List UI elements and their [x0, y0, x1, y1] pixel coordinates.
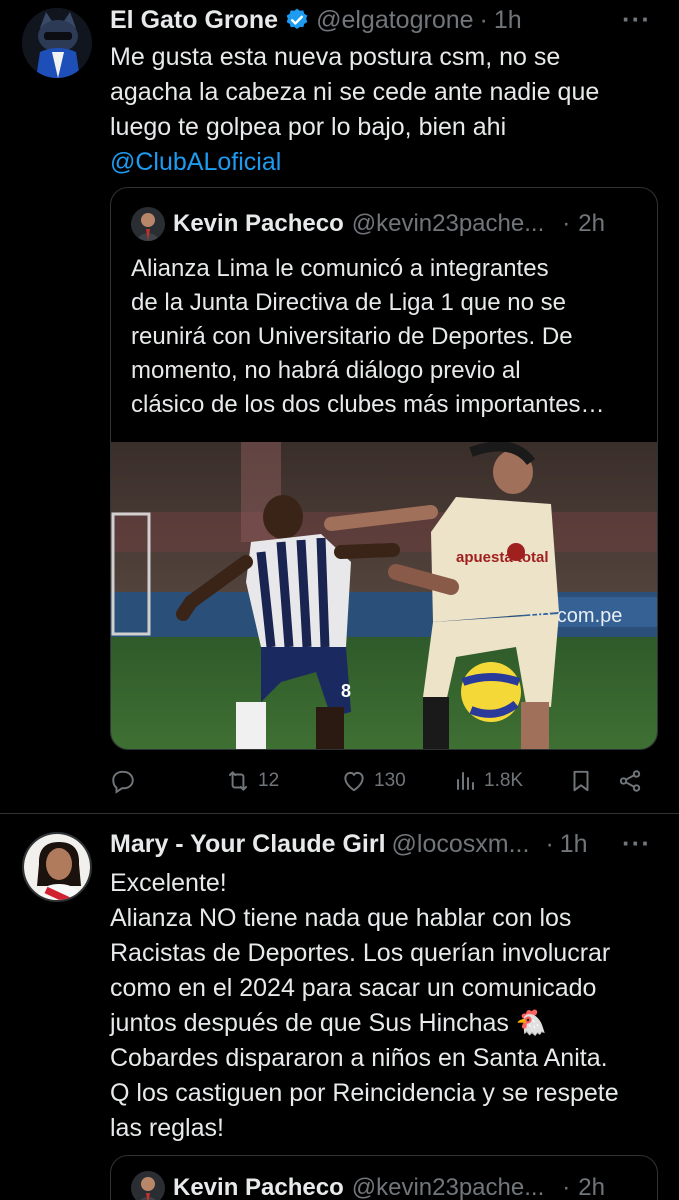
separator-dot: · — [562, 1174, 571, 1200]
author-name[interactable]: El Gato Grone — [110, 6, 278, 35]
tweet-text-line: agacha la cabeza ni se cede ante nadie q… — [110, 78, 600, 106]
like-count: 130 — [374, 770, 406, 791]
quote-text-line: Alianza Lima le comunicó a integrantes — [131, 255, 549, 282]
views-icon — [457, 772, 474, 790]
quote-author-handle: @kevin23pache... — [351, 210, 545, 237]
football-match-photo: pe.com.pe 8 apuesta total — [111, 442, 657, 749]
avatar-elgatogrone[interactable] — [22, 8, 92, 78]
mention-link[interactable]: @ClubALoficial — [110, 145, 670, 180]
author-name[interactable]: Mary - Your Claude Girl — [110, 830, 386, 859]
heart-icon — [344, 771, 364, 792]
like-button[interactable]: 130 — [340, 768, 406, 794]
separator-dot: · — [479, 5, 488, 34]
quote-time: 2h — [578, 1174, 605, 1200]
verified-badge-icon — [284, 7, 310, 33]
cat-avatar-icon — [22, 8, 92, 78]
woman-avatar-icon — [24, 834, 90, 900]
tweet-elgatogrone[interactable]: El Gato Grone @elgatogrone · 1h ··· Me g… — [0, 0, 679, 812]
tweet-text-line: juntos después de que Sus Hinchas 🐔 — [110, 1009, 547, 1037]
separator-dot: · — [545, 829, 554, 858]
avatar-locosxm[interactable] — [22, 832, 92, 902]
more-options-button[interactable]: ··· — [622, 4, 651, 35]
retweet-icon — [228, 771, 248, 791]
quote-author-handle: @kevin23pache... — [351, 1174, 545, 1200]
quote-text: Alianza Lima le comunicó a integrantes d… — [131, 252, 651, 422]
quote-header: Kevin Pacheco @kevin23pache... · 2h — [131, 1170, 605, 1200]
tweet-text-line: como en el 2024 para sacar un comunicado — [110, 974, 597, 1002]
quote-time: 2h — [578, 210, 605, 237]
bookmark-button[interactable] — [568, 768, 594, 794]
tweet-text-line: Me gusta esta nueva postura csm, no se — [110, 43, 561, 71]
tweet-time[interactable]: 1h — [494, 6, 522, 35]
separator-dot: · — [562, 210, 571, 237]
quote-header: Kevin Pacheco @kevin23pache... · 2h — [131, 206, 605, 242]
tweet-text-line: Q los castiguen por Reincidencia y se re… — [110, 1079, 619, 1107]
tweet-header: Mary - Your Claude Girl @locosxm... · 1h — [110, 826, 588, 862]
quote-text-line: reunirá con Universitario de Deportes. D… — [131, 323, 573, 350]
quote-text-line: clásico de los dos clubes más importante… — [131, 391, 605, 418]
quote-author-name: Kevin Pacheco — [173, 210, 344, 237]
quote-text-line: de la Junta Directiva de Liga 1 que no s… — [131, 289, 566, 316]
retweet-button[interactable]: 12 — [224, 768, 279, 794]
views-count: 1.8K — [484, 770, 524, 791]
jersey-number: 8 — [341, 681, 351, 701]
author-handle[interactable]: @elgatogrone — [316, 6, 473, 35]
share-icon — [619, 770, 641, 792]
quote-text-line: momento, no habrá diálogo previo al — [131, 357, 521, 384]
author-handle[interactable]: @locosxm... — [392, 830, 530, 859]
tweet-text-line: Excelente! — [110, 869, 227, 897]
reply-icon — [112, 770, 134, 794]
bookmark-icon — [573, 770, 589, 792]
tweet-text: Excelente! Alianza NO tiene nada que hab… — [110, 866, 675, 1146]
tweet-text: Me gusta esta nueva postura csm, no se a… — [110, 40, 670, 180]
share-button[interactable] — [616, 768, 644, 794]
sponsor-text: apuesta total — [456, 549, 549, 566]
tweet-text-line: luego te golpea por lo bajo, bien ahi — [110, 113, 507, 141]
tweet-text-line: Racistas de Deportes. Los querían involu… — [110, 939, 611, 967]
tweet-text-line: Alianza NO tiene nada que hablar con los — [110, 904, 572, 932]
quote-avatar[interactable] — [131, 207, 165, 241]
quoted-tweet[interactable]: Kevin Pacheco @kevin23pache... · 2h Alia… — [110, 187, 658, 750]
tweet-text-line: Cobardes dispararon a niños en Santa Ani… — [110, 1044, 608, 1072]
tweet-header: El Gato Grone @elgatogrone · 1h — [110, 2, 522, 38]
person-avatar-icon — [131, 1171, 165, 1200]
tweet-locosxm[interactable]: Mary - Your Claude Girl @locosxm... · 1h… — [0, 814, 679, 1200]
quoted-tweet[interactable]: Kevin Pacheco @kevin23pache... · 2h — [110, 1155, 658, 1200]
retweet-count: 12 — [258, 770, 280, 791]
quote-avatar[interactable] — [131, 1171, 165, 1200]
tweet-time[interactable]: 1h — [560, 830, 588, 859]
person-avatar-icon — [131, 207, 165, 241]
quote-author-name: Kevin Pacheco — [173, 1174, 344, 1200]
quote-photo[interactable]: pe.com.pe 8 apuesta total — [111, 442, 657, 749]
views-button[interactable]: 1.8K — [454, 768, 523, 794]
more-options-button[interactable]: ··· — [622, 828, 651, 859]
reply-button[interactable] — [110, 768, 142, 794]
tweet-text-line: las reglas! — [110, 1114, 224, 1142]
